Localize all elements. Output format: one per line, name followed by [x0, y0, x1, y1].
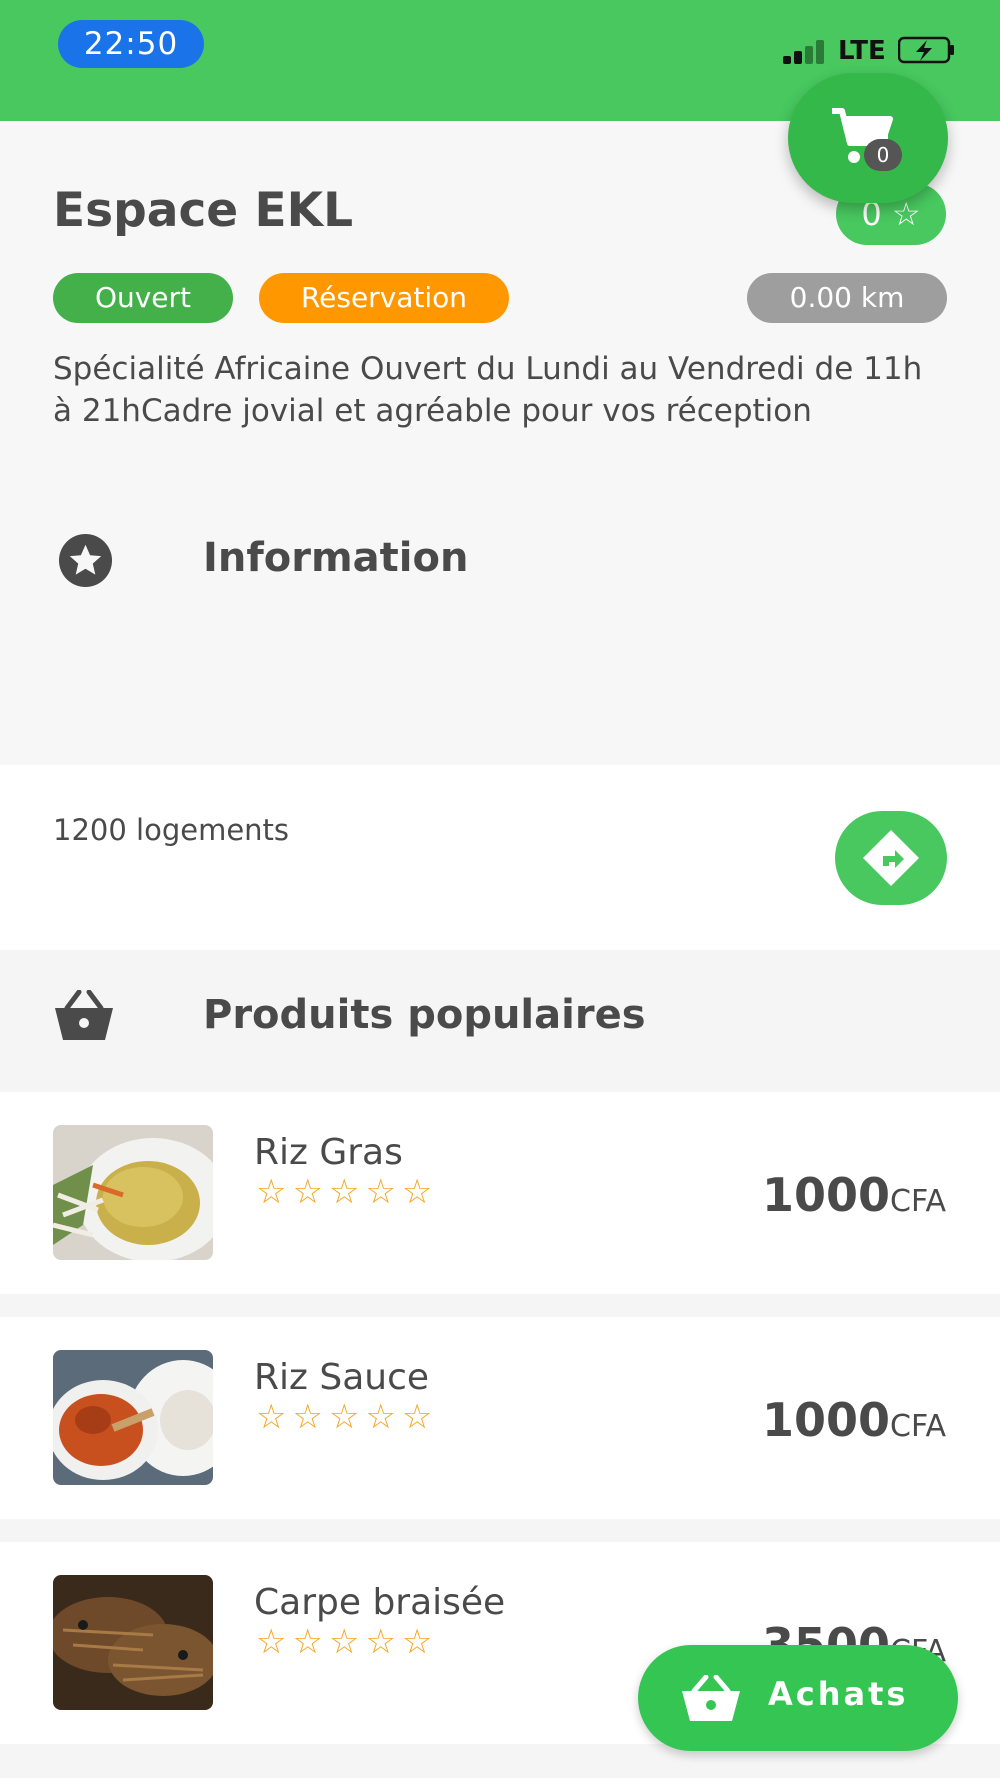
cart-count-badge: 0 [864, 139, 902, 171]
product-card[interactable]: Riz Gras ☆☆☆☆☆ 1000CFA [0, 1092, 1000, 1294]
store-name: Espace EKL [53, 183, 354, 238]
product-price: 1000CFA [762, 1168, 946, 1222]
product-card[interactable]: Riz Sauce ☆☆☆☆☆ 1000CFA [0, 1317, 1000, 1519]
product-image [53, 1125, 213, 1260]
product-name: Riz Sauce [254, 1357, 430, 1398]
battery-charging-icon [898, 36, 954, 64]
achats-label: Achats [768, 1675, 909, 1713]
popular-products-header: Produits populaires [0, 950, 1000, 1090]
basket-icon [682, 1675, 740, 1721]
signal-strength-icon [783, 40, 827, 64]
network-label: LTE [838, 36, 886, 66]
basket-icon [55, 990, 113, 1040]
price-amount: 1000 [761, 1393, 891, 1447]
price-currency: CFA [890, 1184, 946, 1219]
store-header: Espace EKL 0 ☆ Ouvert Réservation 0.00 k… [0, 121, 1000, 765]
product-name: Carpe braisée [254, 1582, 506, 1623]
status-time: 22:50 [58, 20, 204, 68]
information-title: Information [203, 535, 469, 581]
popular-products-title: Produits populaires [203, 992, 646, 1038]
distance-badge: 0.00 km [747, 273, 947, 323]
cart-button[interactable]: 0 [788, 73, 948, 203]
product-image [53, 1575, 213, 1710]
information-row[interactable]: Information [0, 521, 1000, 601]
product-image [53, 1350, 213, 1485]
price-amount: 1000 [761, 1168, 891, 1222]
directions-button[interactable] [835, 811, 947, 905]
directions-icon [863, 830, 919, 886]
product-rating-stars: ☆☆☆☆☆ [256, 1397, 439, 1437]
product-rating-stars: ☆☆☆☆☆ [256, 1172, 439, 1212]
logement-card: 1200 logements [0, 765, 1000, 950]
status-badge-open: Ouvert [53, 273, 233, 323]
achats-button[interactable]: Achats [638, 1645, 958, 1751]
price-currency: CFA [890, 1409, 946, 1444]
store-description: Spécialité Africaine Ouvert du Lundi au … [53, 351, 923, 429]
logement-count: 1200 logements [53, 813, 290, 847]
product-name: Riz Gras [254, 1132, 403, 1173]
reservation-badge[interactable]: Réservation [259, 273, 509, 323]
product-price: 1000CFA [762, 1393, 946, 1447]
product-rating-stars: ☆☆☆☆☆ [256, 1622, 439, 1662]
star-circle-icon [58, 533, 113, 588]
